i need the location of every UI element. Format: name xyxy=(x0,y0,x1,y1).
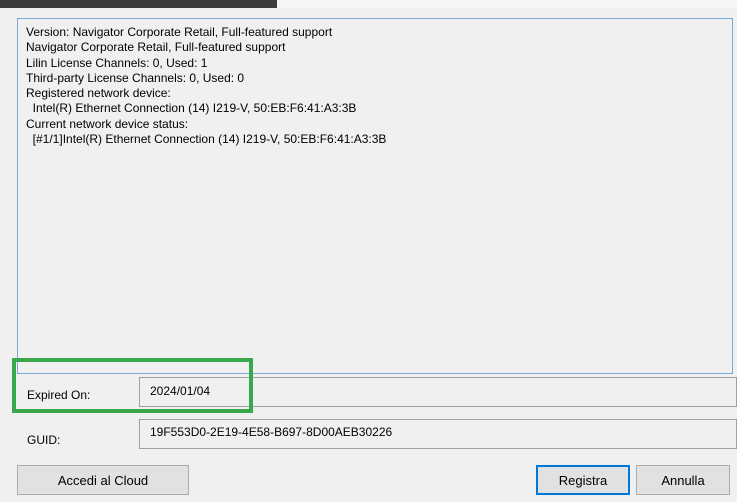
guid-value: 19F553D0-2E19-4E58-B697-8D00AEB30226 xyxy=(150,425,393,439)
cancel-button[interactable]: Annulla xyxy=(636,465,730,495)
guid-field[interactable]: 19F553D0-2E19-4E58-B697-8D00AEB30226 xyxy=(139,419,737,449)
license-dialog: Version: Navigator Corporate Retail, Ful… xyxy=(0,8,737,502)
expired-highlight-box xyxy=(12,358,253,413)
info-line: Registered network device: xyxy=(26,86,171,101)
info-line: Version: Navigator Corporate Retail, Ful… xyxy=(26,25,333,39)
guid-row: GUID: 19F553D0-2E19-4E58-B697-8D00AEB302… xyxy=(17,419,737,453)
info-line: Intel(R) Ethernet Connection (14) I219-V… xyxy=(26,101,357,116)
register-button[interactable]: Registra xyxy=(536,465,630,495)
cloud-button[interactable]: Accedi al Cloud xyxy=(17,465,189,495)
background-window-edge xyxy=(0,0,277,8)
guid-label: GUID: xyxy=(27,433,61,447)
info-line: Current network device status: xyxy=(26,116,189,131)
info-line: Navigator Corporate Retail, Full-feature… xyxy=(26,40,286,55)
background-window-edge-light xyxy=(277,0,737,8)
license-info-box[interactable]: Version: Navigator Corporate Retail, Ful… xyxy=(17,18,733,374)
info-line: Third-party License Channels: 0, Used: 0 xyxy=(26,70,245,85)
info-line: [#1/1]Intel(R) Ethernet Connection (14) … xyxy=(26,132,387,147)
license-info-lines: Version: Navigator Corporate Retail, Ful… xyxy=(26,25,386,147)
info-line: Lilin License Channels: 0, Used: 1 xyxy=(26,55,208,70)
